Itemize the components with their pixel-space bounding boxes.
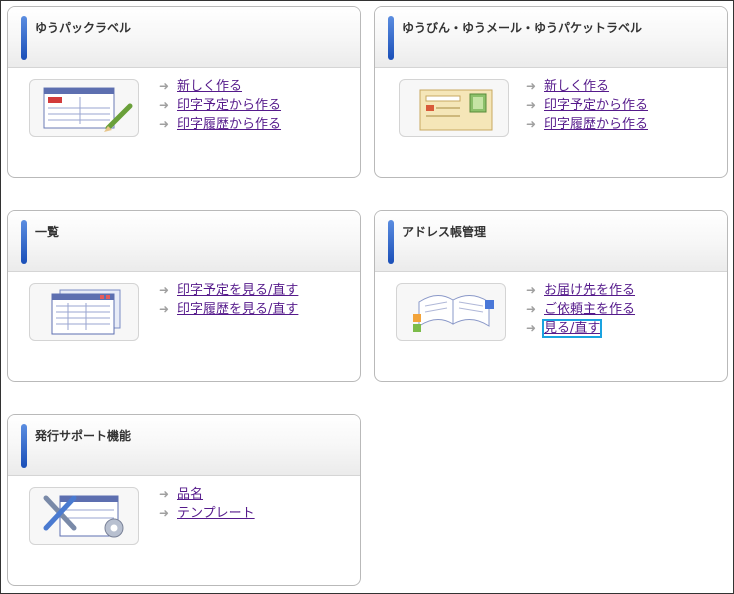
link-row: ➜ 見る/直す: [526, 319, 635, 338]
panel-title: 発行サポート機能: [35, 429, 132, 443]
panel-list: 一覧 ➜ 印字予定を見る/直す ➜ 印字履歴を見る/直す: [7, 210, 361, 382]
panel-header: アドレス帳管理: [375, 211, 727, 272]
panel-header: ゆうびん・ゆうメール・ゆうパケットラベル: [375, 7, 727, 68]
link-row: ➜ テンプレート: [159, 504, 255, 523]
arrow-right-icon: ➜: [159, 506, 170, 520]
panel-links: ➜ 品名 ➜ テンプレート: [159, 485, 255, 523]
panel-title: アドレス帳管理: [402, 225, 487, 239]
link-row: ➜ 新しく作る: [159, 77, 281, 96]
panel-support-tools: 発行サポート機能 ➜ 品名 ➜ テンプレート: [7, 414, 361, 586]
link-view-edit-history[interactable]: 印字履歴を見る/直す: [177, 302, 298, 317]
link-row: ➜ 印字履歴から作る: [526, 115, 648, 134]
link-create-from-schedule[interactable]: 印字予定から作る: [544, 98, 648, 113]
arrow-right-icon: ➜: [159, 117, 170, 131]
panel-title: ゆうびん・ゆうメール・ゆうパケットラベル: [402, 21, 643, 35]
arrow-right-icon: ➜: [526, 321, 537, 335]
link-row: ➜ 印字履歴を見る/直す: [159, 300, 298, 319]
arrow-right-icon: ➜: [159, 283, 170, 297]
panel-links: ➜ お届け先を作る ➜ ご依頼主を作る ➜ 見る/直す: [526, 281, 635, 338]
link-row: ➜ 印字予定を見る/直す: [159, 281, 298, 300]
arrow-right-icon: ➜: [526, 302, 537, 316]
link-view-edit-schedule[interactable]: 印字予定を見る/直す: [177, 283, 298, 298]
arrow-right-icon: ➜: [526, 98, 537, 112]
panel-title: ゆうパックラベル: [35, 21, 132, 35]
panel-header: ゆうパックラベル: [8, 7, 360, 68]
page-frame: ゆうパックラベル ➜ 新しく作る ➜ 印字予定から作る ➜ 印字履歴から作る ゆ…: [0, 0, 734, 594]
panel-header: 一覧: [8, 211, 360, 272]
arrow-right-icon: ➜: [526, 117, 537, 131]
panel-links: ➜ 新しく作る ➜ 印字予定から作る ➜ 印字履歴から作る: [526, 77, 648, 134]
panel-title: 一覧: [35, 225, 60, 239]
link-create-from-history[interactable]: 印字履歴から作る: [177, 117, 281, 132]
arrow-right-icon: ➜: [159, 79, 170, 93]
link-view-edit-address[interactable]: 見る/直す: [541, 319, 603, 338]
yubin-label-icon: [399, 79, 509, 137]
link-create-sender[interactable]: ご依頼主を作る: [544, 302, 635, 317]
panel-header: 発行サポート機能: [8, 415, 360, 476]
link-create-recipient[interactable]: お届け先を作る: [544, 283, 635, 298]
panel-yubin-label: ゆうびん・ゆうメール・ゆうパケットラベル ➜ 新しく作る ➜ 印字予定から作る ➜ 印…: [374, 6, 728, 178]
link-row: ➜ 新しく作る: [526, 77, 648, 96]
arrow-right-icon: ➜: [526, 283, 537, 297]
link-item-names[interactable]: 品名: [177, 487, 203, 502]
accent-bar: [388, 16, 394, 60]
link-create-new[interactable]: 新しく作る: [544, 79, 609, 94]
link-create-new[interactable]: 新しく作る: [177, 79, 242, 94]
panel-links: ➜ 新しく作る ➜ 印字予定から作る ➜ 印字履歴から作る: [159, 77, 281, 134]
link-create-from-history[interactable]: 印字履歴から作る: [544, 117, 648, 132]
panel-yupack-label: ゆうパックラベル ➜ 新しく作る ➜ 印字予定から作る ➜ 印字履歴から作る: [7, 6, 361, 178]
accent-bar: [21, 424, 27, 468]
link-create-from-schedule[interactable]: 印字予定から作る: [177, 98, 281, 113]
link-templates[interactable]: テンプレート: [177, 506, 255, 521]
arrow-right-icon: ➜: [159, 302, 170, 316]
tools-settings-icon: [29, 487, 139, 545]
link-row: ➜ 品名: [159, 485, 255, 504]
accent-bar: [21, 220, 27, 264]
link-row: ➜ 印字予定から作る: [526, 96, 648, 115]
accent-bar: [21, 16, 27, 60]
link-row: ➜ 印字履歴から作る: [159, 115, 281, 134]
yupack-label-icon: [29, 79, 139, 137]
address-book-icon: [396, 283, 506, 341]
arrow-right-icon: ➜: [159, 98, 170, 112]
panel-address-book: アドレス帳管理 ➜ お届け先を作る ➜ ご依頼主を作る ➜ 見る/直す: [374, 210, 728, 382]
panel-links: ➜ 印字予定を見る/直す ➜ 印字履歴を見る/直す: [159, 281, 298, 319]
link-row: ➜ お届け先を作る: [526, 281, 635, 300]
link-row: ➜ 印字予定から作る: [159, 96, 281, 115]
arrow-right-icon: ➜: [526, 79, 537, 93]
accent-bar: [388, 220, 394, 264]
arrow-right-icon: ➜: [159, 487, 170, 501]
link-row: ➜ ご依頼主を作る: [526, 300, 635, 319]
list-window-icon: [29, 283, 139, 341]
